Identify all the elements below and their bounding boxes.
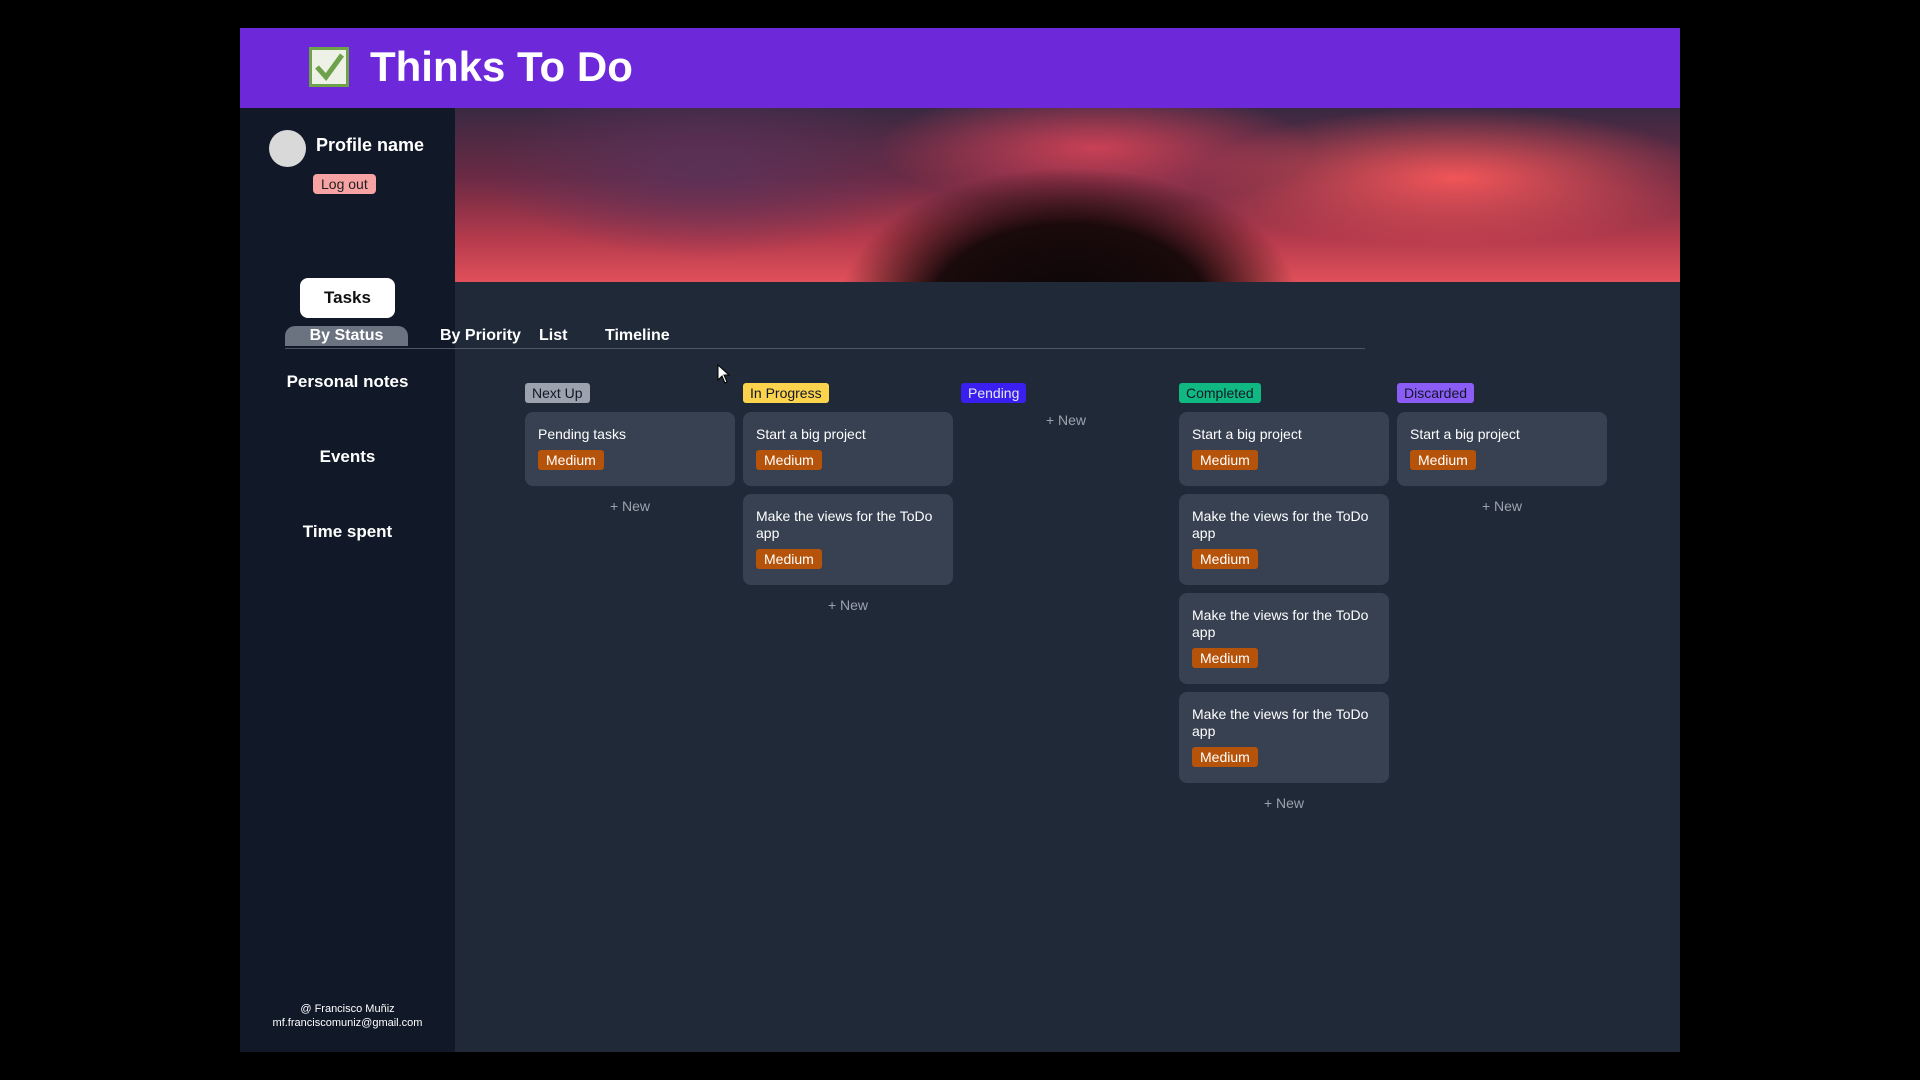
sidebar: Profile name Log out Tasks Personal note… xyxy=(240,108,455,1052)
tab-list[interactable]: List xyxy=(539,326,567,346)
priority-badge: Medium xyxy=(1192,747,1258,767)
priority-badge: Medium xyxy=(1192,549,1258,569)
task-card[interactable]: Start a big project Medium xyxy=(1397,412,1607,486)
tab-timeline[interactable]: Timeline xyxy=(605,326,670,346)
task-title: Make the views for the ToDo app xyxy=(1192,607,1369,640)
task-title: Pending tasks xyxy=(538,426,626,442)
task-card[interactable]: Start a big project Medium xyxy=(743,412,953,486)
sidebar-item-personal-notes[interactable]: Personal notes xyxy=(240,372,455,392)
task-title: Start a big project xyxy=(1192,426,1302,442)
header-bar: Thinks To Do xyxy=(240,28,1680,108)
profile-name: Profile name xyxy=(316,135,425,155)
tab-by-priority[interactable]: By Priority xyxy=(440,326,521,346)
task-card[interactable]: Start a big project Medium xyxy=(1179,412,1389,486)
sidebar-item-label: Personal notes xyxy=(286,372,409,391)
sidebar-item-label: Time spent xyxy=(302,522,393,541)
priority-badge: Medium xyxy=(1410,450,1476,470)
task-card[interactable]: Make the views for the ToDo app Medium xyxy=(1179,494,1389,585)
app-window: Thinks To Do Profile name Log out Tasks … xyxy=(240,28,1680,1052)
priority-badge: Medium xyxy=(756,450,822,470)
new-task-button[interactable]: + New xyxy=(1397,498,1607,514)
new-task-button[interactable]: + New xyxy=(525,498,735,514)
new-task-button[interactable]: + New xyxy=(1179,795,1389,811)
footer-credits: @ Francisco Muñiz mf.franciscomuniz@gmai… xyxy=(240,1002,455,1030)
priority-badge: Medium xyxy=(756,549,822,569)
priority-badge: Medium xyxy=(1192,450,1258,470)
task-title: Start a big project xyxy=(756,426,866,442)
new-task-button[interactable]: + New xyxy=(743,597,953,613)
sidebar-item-time-spent[interactable]: Time spent xyxy=(240,522,455,542)
sidebar-item-tasks[interactable]: Tasks xyxy=(240,278,455,318)
column-tag-next-up: Next Up xyxy=(525,383,590,403)
column-tag-discarded: Discarded xyxy=(1397,383,1475,403)
task-title: Make the views for the ToDo app xyxy=(756,508,933,541)
sidebar-item-label: Events xyxy=(319,447,376,466)
task-title: Make the views for the ToDo app xyxy=(1192,706,1369,739)
task-title: Start a big project xyxy=(1410,426,1520,442)
task-card[interactable]: Make the views for the ToDo app Medium xyxy=(743,494,953,585)
app-title: Thinks To Do xyxy=(370,43,633,90)
view-tabs: By Status By Priority List Timeline xyxy=(285,326,1365,349)
column-tag-pending: Pending xyxy=(961,383,1027,403)
task-card[interactable]: Pending tasks Medium xyxy=(525,412,735,486)
sidebar-item-events[interactable]: Events xyxy=(240,447,455,467)
footer-email: mf.franciscomuniz@gmail.com xyxy=(272,1017,423,1029)
footer-author: @ Francisco Muñiz xyxy=(300,1003,395,1015)
task-card[interactable]: Make the views for the ToDo app Medium xyxy=(1179,692,1389,783)
logout-button[interactable]: Log out xyxy=(313,174,376,194)
priority-badge: Medium xyxy=(1192,648,1258,668)
task-card[interactable]: Make the views for the ToDo app Medium xyxy=(1179,593,1389,684)
new-task-button[interactable]: + New xyxy=(961,412,1171,428)
cover-image xyxy=(455,108,1680,282)
check-box-icon xyxy=(309,47,349,87)
sidebar-item-label: Tasks xyxy=(300,278,395,318)
column-tag-completed: Completed xyxy=(1179,383,1261,403)
mouse-cursor-icon xyxy=(717,364,731,384)
avatar[interactable] xyxy=(269,130,306,167)
tab-by-status[interactable]: By Status xyxy=(285,326,408,346)
column-tag-in-progress: In Progress xyxy=(743,383,829,403)
task-title: Make the views for the ToDo app xyxy=(1192,508,1369,541)
priority-badge: Medium xyxy=(538,450,604,470)
